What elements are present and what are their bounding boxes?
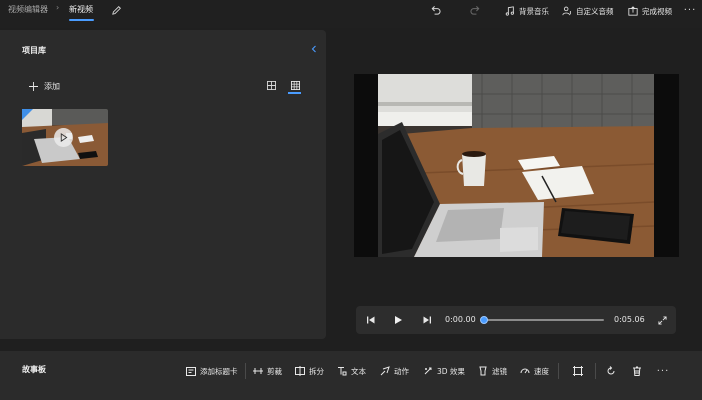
custom-audio-icon (562, 6, 571, 16)
active-view-indicator (288, 92, 301, 94)
undo-icon[interactable] (428, 3, 442, 17)
play-icon[interactable] (391, 313, 405, 327)
filters-button[interactable]: 滤镜 (478, 364, 507, 378)
delete-trash-icon[interactable] (630, 364, 644, 378)
speed-button[interactable]: 速度 (520, 364, 549, 378)
more-options-icon[interactable]: ··· (683, 3, 697, 17)
current-time: 0:00.00 (445, 315, 476, 324)
toolbar-divider (245, 363, 246, 379)
add-title-card-label: 添加标题卡 (200, 366, 238, 376)
toolbar-divider (558, 363, 559, 379)
selected-corner-badge (22, 109, 33, 120)
text-icon (338, 367, 347, 376)
thumbnail-play-icon (54, 128, 73, 147)
project-library-panel (0, 30, 326, 339)
filters-label: 滤镜 (492, 366, 507, 376)
motion-button[interactable]: 动作 (380, 364, 409, 378)
3d-effects-icon (424, 367, 432, 375)
speed-label: 速度 (534, 366, 549, 376)
storyboard-title: 故事板 (22, 365, 46, 374)
total-time: 0:05.06 (614, 315, 645, 324)
fullscreen-expand-icon[interactable] (655, 313, 669, 327)
breadcrumb-active-indicator (69, 19, 94, 21)
split-label: 拆分 (309, 366, 324, 376)
rotate-icon[interactable] (604, 364, 618, 378)
next-frame-icon[interactable] (420, 313, 434, 327)
breadcrumb-video-editor[interactable]: 视频编辑器 (8, 4, 48, 15)
small-grid-view-icon[interactable] (288, 78, 302, 92)
custom-audio-button[interactable]: 自定义音频 (562, 3, 614, 19)
crop-resize-icon[interactable] (571, 364, 585, 378)
background-music-label: 背景音乐 (519, 6, 549, 16)
title-card-icon (186, 366, 196, 376)
trim-label: 剪裁 (267, 366, 282, 376)
text-label: 文本 (351, 366, 366, 376)
project-library-title: 项目库 (22, 46, 46, 55)
storyboard-more-options-icon[interactable]: ··· (656, 364, 670, 378)
trim-icon (253, 368, 263, 374)
previous-frame-icon[interactable] (364, 313, 378, 327)
collapse-library-icon[interactable] (308, 43, 320, 55)
text-button[interactable]: 文本 (337, 364, 366, 378)
speed-icon (520, 368, 530, 374)
add-media-label: 添加 (44, 81, 60, 91)
toolbar-divider (595, 363, 596, 379)
finish-video-button[interactable]: 完成视频 (628, 3, 672, 19)
3d-effects-label: 3D 效果 (437, 366, 465, 376)
split-button[interactable]: 拆分 (295, 364, 324, 378)
add-media-button[interactable]: 添加 (29, 79, 60, 93)
custom-audio-label: 自定义音频 (576, 6, 614, 16)
filter-icon (479, 366, 487, 376)
seek-bar[interactable] (484, 319, 604, 321)
split-icon (295, 366, 305, 376)
redo-icon[interactable] (468, 3, 482, 17)
video-preview[interactable] (354, 74, 679, 257)
motion-icon (380, 366, 390, 376)
music-note-icon (505, 6, 514, 16)
export-icon (628, 6, 638, 16)
add-title-card-button[interactable]: 添加标题卡 (186, 364, 238, 378)
plus-icon (29, 81, 38, 91)
breadcrumb-current-project[interactable]: 新视频 (69, 4, 93, 15)
breadcrumb-separator-icon: › (56, 3, 60, 12)
rename-pencil-icon[interactable] (109, 3, 123, 17)
finish-video-label: 完成视频 (642, 6, 672, 16)
background-music-button[interactable]: 背景音乐 (505, 3, 549, 19)
large-grid-view-icon[interactable] (264, 78, 278, 92)
3d-effects-button[interactable]: 3D 效果 (423, 364, 465, 378)
trim-button[interactable]: 剪裁 (253, 364, 282, 378)
seek-bar-thumb[interactable] (480, 316, 488, 324)
motion-label: 动作 (394, 366, 409, 376)
